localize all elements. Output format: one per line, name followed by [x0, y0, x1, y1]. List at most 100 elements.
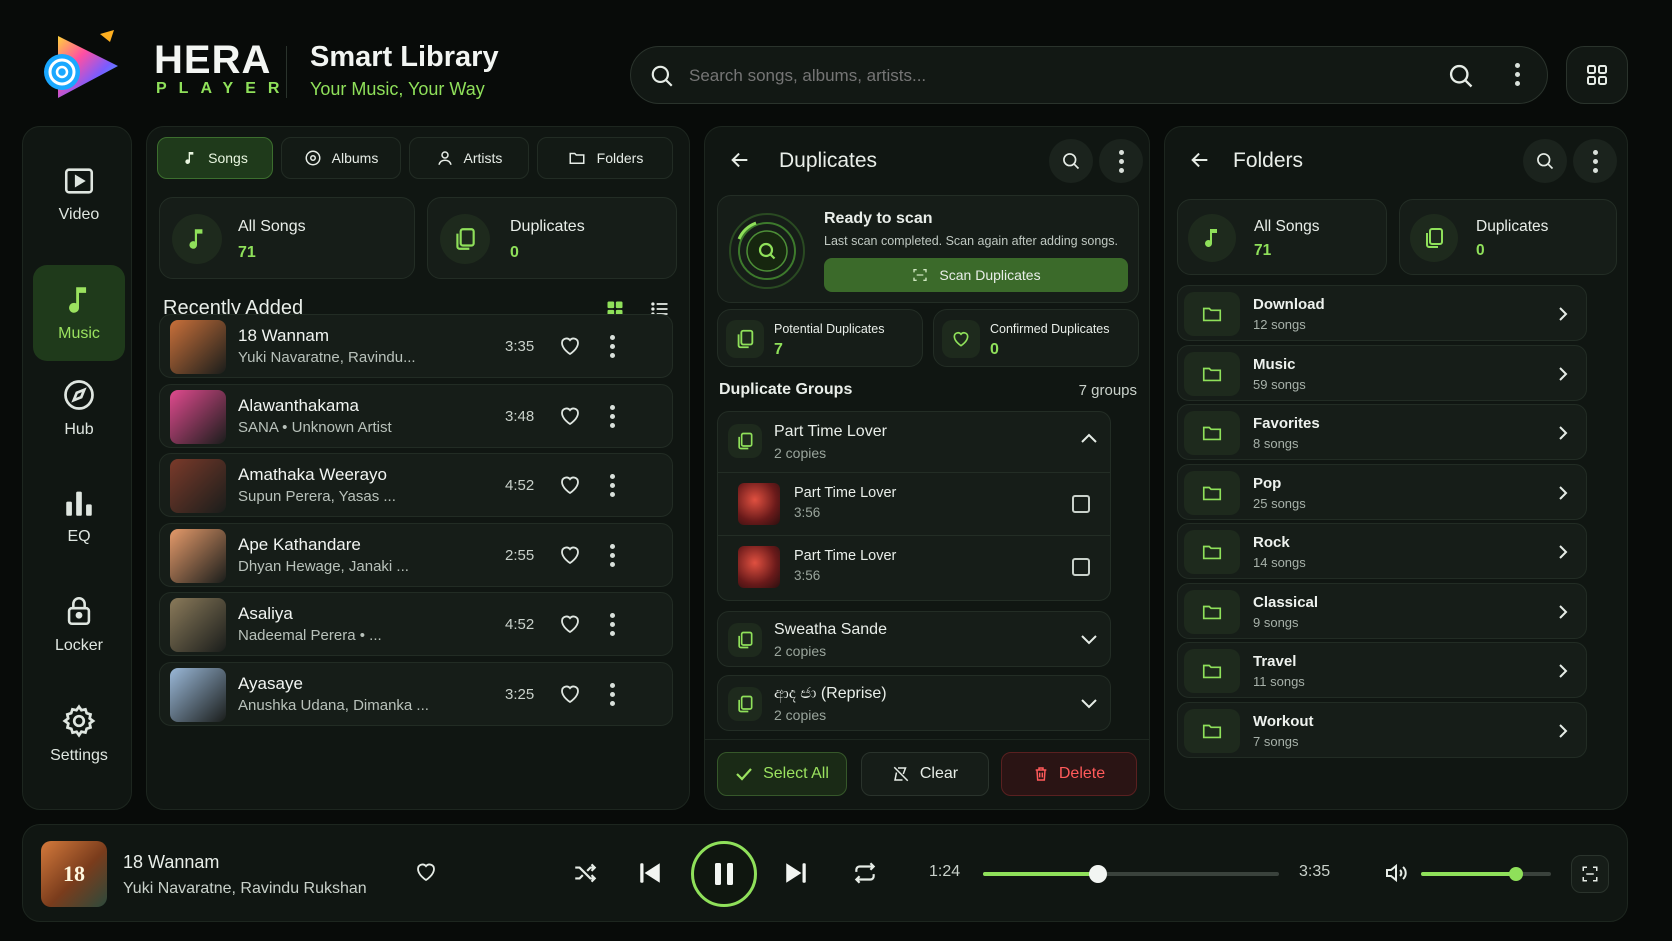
next-icon[interactable] — [783, 859, 809, 887]
nav-eq[interactable]: EQ — [33, 471, 125, 561]
search-bar[interactable] — [630, 46, 1548, 104]
chevron-right-icon[interactable] — [1558, 366, 1568, 382]
nav-label: Video — [58, 206, 100, 223]
volume-thumb[interactable] — [1508, 867, 1523, 881]
volume-slider[interactable] — [1421, 867, 1551, 881]
album-art — [738, 546, 780, 588]
gear-icon — [62, 704, 96, 738]
chevron-right-icon[interactable] — [1558, 425, 1568, 441]
all-songs-card[interactable]: All Songs 71 — [1177, 199, 1387, 275]
tab-songs[interactable]: Songs — [157, 137, 273, 179]
progress-slider[interactable] — [983, 865, 1279, 883]
folder-row[interactable]: Pop 25 songs — [1177, 463, 1587, 520]
chevron-right-icon[interactable] — [1558, 306, 1568, 322]
item-checkbox[interactable] — [1072, 558, 1090, 576]
volume-icon[interactable] — [1383, 861, 1409, 885]
song-artist: Supun Perera, Yasas ... — [238, 488, 396, 505]
duplicates-more-icon[interactable] — [1099, 139, 1143, 183]
heart-icon[interactable] — [557, 473, 583, 497]
tab-folders[interactable]: Folders — [537, 137, 673, 179]
all-songs-card[interactable]: All Songs 71 — [159, 197, 415, 279]
nav-music[interactable]: Music — [33, 265, 125, 361]
folders-more-icon[interactable] — [1573, 139, 1617, 183]
folder-row[interactable]: Classical 9 songs — [1177, 582, 1587, 639]
folder-row[interactable]: Music 59 songs — [1177, 344, 1587, 401]
song-duration: 3:48 — [505, 407, 535, 425]
search-input[interactable] — [689, 61, 1409, 91]
duplicate-group[interactable]: Part Time Lover 2 copies Part Time Lover… — [717, 411, 1111, 601]
more-icon[interactable] — [610, 335, 615, 358]
apps-grid-button[interactable] — [1566, 46, 1628, 104]
chevron-up-icon[interactable] — [1080, 432, 1098, 444]
folder-row[interactable]: Workout 7 songs — [1177, 701, 1587, 758]
duplicates-search-icon[interactable] — [1049, 139, 1093, 183]
pause-button[interactable] — [691, 841, 757, 907]
folder-row[interactable]: Rock 14 songs — [1177, 523, 1587, 579]
stat-value: 0 — [510, 244, 519, 261]
duplicate-item[interactable]: Part Time Lover 3:56 — [718, 536, 1110, 598]
more-icon[interactable] — [610, 543, 615, 567]
chevron-right-icon[interactable] — [1558, 604, 1568, 620]
nav-hub[interactable]: Hub — [33, 363, 125, 453]
equalizer-icon — [66, 491, 92, 516]
duplicates-card[interactable]: Duplicates 0 — [427, 197, 677, 279]
select-all-button[interactable]: Select All — [717, 752, 847, 796]
back-arrow-icon[interactable] — [1189, 149, 1211, 171]
heart-icon[interactable] — [557, 612, 583, 636]
more-icon[interactable] — [610, 404, 615, 428]
tab-artists[interactable]: Artists — [409, 137, 529, 179]
duplicate-group[interactable]: ආද ජා (Reprise) 2 copies — [717, 675, 1111, 731]
heart-icon[interactable] — [557, 404, 583, 428]
tab-albums[interactable]: Albums — [281, 137, 401, 179]
clear-button[interactable]: Clear — [861, 752, 989, 796]
chevron-right-icon[interactable] — [1558, 544, 1568, 560]
progress-thumb[interactable] — [1089, 865, 1108, 883]
duplicates-card[interactable]: Duplicates 0 — [1399, 199, 1617, 275]
folder-row[interactable]: Download 12 songs — [1177, 285, 1587, 341]
chevron-right-icon[interactable] — [1558, 723, 1568, 739]
folder-row[interactable]: Travel 11 songs — [1177, 642, 1587, 698]
folder-name: Download — [1253, 296, 1325, 313]
chevron-down-icon[interactable] — [1080, 634, 1098, 646]
previous-icon[interactable] — [637, 859, 663, 887]
song-title: Asaliya — [238, 604, 293, 623]
chevron-right-icon[interactable] — [1558, 663, 1568, 679]
back-arrow-icon[interactable] — [729, 149, 751, 171]
more-icon[interactable] — [610, 682, 615, 706]
favorite-heart-icon[interactable] — [413, 860, 439, 884]
duplicate-groups-count: 7 groups — [1078, 382, 1137, 399]
heart-icon[interactable] — [557, 334, 583, 358]
folders-search-icon[interactable] — [1523, 139, 1567, 183]
song-artist: Yuki Navaratne, Ravindu... — [238, 349, 416, 366]
delete-button[interactable]: Delete — [1001, 752, 1137, 796]
song-duration: 4:52 — [505, 616, 535, 633]
item-checkbox[interactable] — [1072, 495, 1090, 513]
chevron-right-icon[interactable] — [1558, 485, 1568, 501]
nav-video[interactable]: Video — [33, 149, 125, 239]
song-artist: Anushka Udana, Dimanka ... — [238, 696, 429, 714]
search-submit-icon[interactable] — [1447, 62, 1475, 90]
more-icon[interactable] — [610, 613, 615, 636]
copy-icon — [440, 214, 490, 264]
folder-row[interactable]: Favorites 8 songs — [1177, 404, 1587, 460]
search-more-icon[interactable] — [1515, 63, 1520, 86]
fullscreen-button[interactable] — [1571, 855, 1609, 893]
song-row[interactable]: Alawanthakama SANA • Unknown Artist 3:48 — [159, 383, 673, 448]
song-row[interactable]: 18 Wannam Yuki Navaratne, Ravindu... 3:35 — [159, 314, 673, 378]
more-icon[interactable] — [610, 474, 615, 497]
heart-icon[interactable] — [557, 682, 583, 706]
lock-icon — [67, 597, 91, 626]
song-row[interactable]: Ayasaye Anushka Udana, Dimanka ... 3:25 — [159, 661, 673, 726]
song-row[interactable]: Asaliya Nadeemal Perera • ... 4:52 — [159, 592, 673, 656]
duplicate-group[interactable]: Sweatha Sande 2 copies — [717, 611, 1111, 667]
nav-locker[interactable]: Locker — [33, 579, 125, 669]
heart-icon[interactable] — [557, 543, 583, 567]
chevron-down-icon[interactable] — [1080, 698, 1098, 710]
nav-settings[interactable]: Settings — [33, 689, 125, 779]
repeat-icon[interactable] — [851, 860, 879, 886]
duplicate-item[interactable]: Part Time Lover 3:56 — [718, 473, 1110, 535]
song-row[interactable]: Ape Kathandare Dhyan Hewage, Janaki ... 2:… — [159, 522, 673, 587]
song-row[interactable]: Amathaka Weerayo Supun Perera, Yasas ... 4… — [159, 453, 673, 517]
shuffle-icon[interactable] — [571, 860, 599, 886]
scan-duplicates-button[interactable]: Scan Duplicates — [824, 258, 1128, 292]
